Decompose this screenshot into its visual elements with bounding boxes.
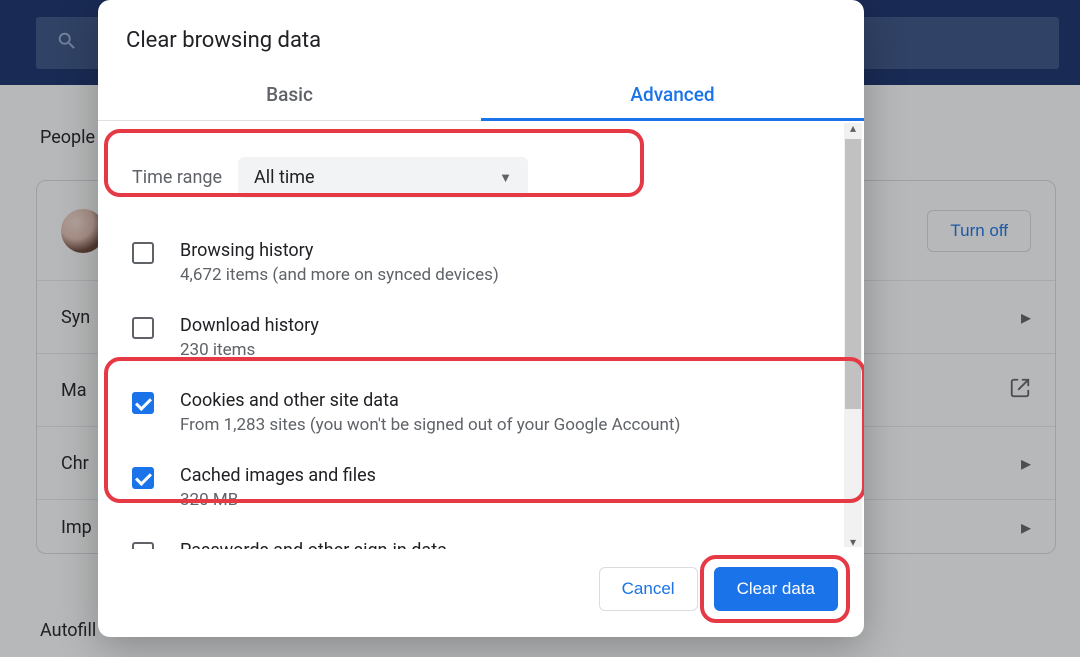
item-title: Download history xyxy=(180,315,319,336)
scrollbar-track[interactable] xyxy=(844,123,862,547)
item-subtitle: 4,672 items (and more on synced devices) xyxy=(180,265,499,285)
time-range-value: All time xyxy=(254,167,315,188)
time-range-select[interactable]: All time ▼ xyxy=(238,157,528,198)
clear-browsing-data-dialog: Clear browsing data Basic Advanced Time … xyxy=(98,0,864,637)
item-title: Passwords and other sign-in data xyxy=(180,540,447,549)
checkbox-browsing-history[interactable] xyxy=(132,242,154,264)
checkbox-cookies[interactable] xyxy=(132,392,154,414)
item-title: Cached images and files xyxy=(180,465,376,486)
tab-basic[interactable]: Basic xyxy=(98,71,481,120)
dialog-title: Clear browsing data xyxy=(98,0,864,71)
scrollbar-thumb[interactable] xyxy=(845,139,861,409)
item-download-history: Download history 230 items xyxy=(122,303,840,378)
chevron-down-icon: ▼ xyxy=(499,170,512,186)
item-subtitle: 320 MB xyxy=(180,490,376,510)
time-range-row: Time range All time ▼ xyxy=(122,139,840,216)
clear-data-button[interactable]: Clear data xyxy=(714,567,838,611)
item-subtitle: From 1,283 sites (you won't be signed ou… xyxy=(180,415,680,435)
dialog-scrollpane: Time range All time ▼ Browsing history 4… xyxy=(98,121,864,549)
item-passwords: Passwords and other sign-in data xyxy=(122,528,840,549)
checkbox-cache[interactable] xyxy=(132,467,154,489)
dialog-actions: Cancel Clear data xyxy=(98,549,864,637)
tab-advanced[interactable]: Advanced xyxy=(481,71,864,120)
item-cookies: Cookies and other site data From 1,283 s… xyxy=(122,378,840,453)
time-range-label: Time range xyxy=(132,167,222,188)
cancel-button[interactable]: Cancel xyxy=(599,567,698,611)
checkbox-download-history[interactable] xyxy=(132,317,154,339)
item-subtitle: 230 items xyxy=(180,340,319,360)
item-title: Browsing history xyxy=(180,240,499,261)
dialog-tabs: Basic Advanced xyxy=(98,71,864,121)
item-title: Cookies and other site data xyxy=(180,390,680,411)
checkbox-passwords[interactable] xyxy=(132,542,154,549)
item-browsing-history: Browsing history 4,672 items (and more o… xyxy=(122,228,840,303)
item-cache: Cached images and files 320 MB xyxy=(122,453,840,528)
